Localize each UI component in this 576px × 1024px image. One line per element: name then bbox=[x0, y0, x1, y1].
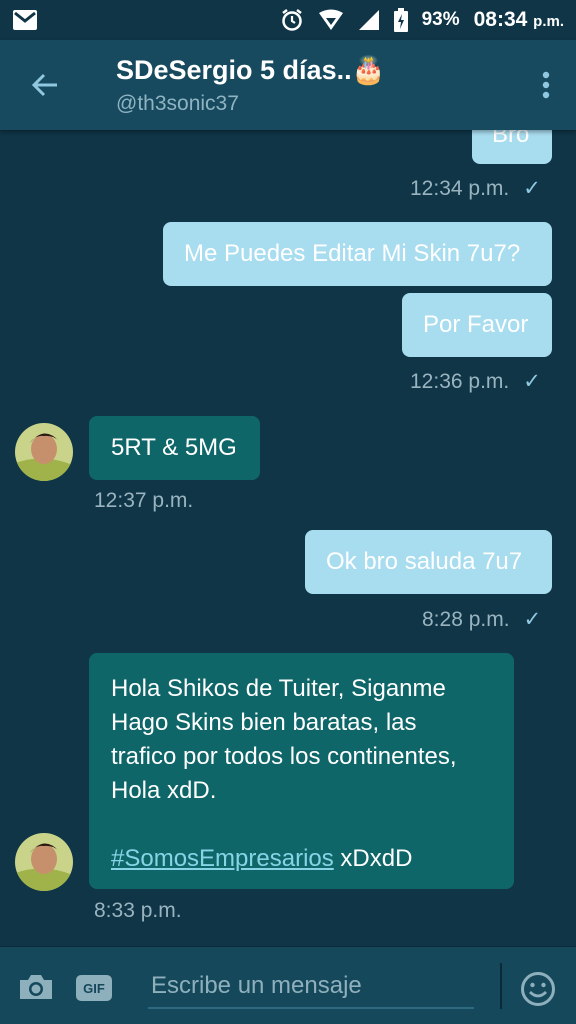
message-line: Hola xdD. bbox=[111, 777, 217, 804]
battery-charging-icon bbox=[393, 8, 408, 32]
sender-avatar[interactable] bbox=[15, 833, 73, 891]
message-line: #SomosEmpresarios xDxdD bbox=[111, 842, 514, 876]
status-bar: 93% 08:34 p.m. bbox=[0, 0, 576, 40]
message-time: 12:34 p.m. bbox=[410, 176, 510, 200]
message-composer: GIF bbox=[0, 946, 576, 1024]
gif-button[interactable]: GIF bbox=[76, 975, 112, 1001]
back-button[interactable] bbox=[0, 40, 90, 130]
message-time: 8:28 p.m. bbox=[422, 607, 510, 631]
camera-icon[interactable] bbox=[18, 973, 54, 1001]
message-text: Por Favor bbox=[423, 311, 529, 338]
message-timestamp: 12:34 p.m. ✓ bbox=[410, 176, 541, 201]
more-vert-icon bbox=[542, 71, 550, 99]
message-input[interactable] bbox=[148, 965, 474, 1009]
message-timestamp: 8:33 p.m. bbox=[94, 899, 182, 923]
conversation-title: SDeSergio 5 días..🎂 bbox=[116, 55, 386, 85]
wifi-icon bbox=[318, 9, 343, 30]
message-time: 12:36 p.m. bbox=[410, 369, 510, 393]
overflow-menu-button[interactable] bbox=[516, 40, 576, 130]
message-timestamp: 12:37 p.m. bbox=[94, 489, 193, 513]
message-time: 12:37 p.m. bbox=[94, 489, 194, 512]
message-bubble-outgoing[interactable]: Ok bro saluda 7u7 bbox=[305, 530, 552, 594]
conversation-header: SDeSergio 5 días..🎂 @th3sonic37 bbox=[0, 40, 576, 130]
message-time: 8:33 p.m. bbox=[94, 899, 182, 922]
message-line: Hago Skins bien baratas, las bbox=[111, 709, 417, 736]
sent-check-icon: ✓ bbox=[523, 370, 541, 393]
message-suffix: xDxdD bbox=[333, 845, 413, 872]
avatar-image bbox=[15, 423, 73, 481]
signal-icon bbox=[358, 10, 379, 30]
battery-percent: 93% bbox=[421, 9, 460, 30]
message-text: Ok bro saluda 7u7 bbox=[326, 548, 523, 575]
message-bubble-outgoing[interactable]: Por Favor bbox=[402, 293, 552, 357]
message-text: 5RT & 5MG bbox=[111, 434, 237, 461]
sent-check-icon: ✓ bbox=[523, 177, 541, 200]
message-text: Me Puedes Editar Mi Skin 7u7? bbox=[184, 240, 521, 267]
alarm-icon bbox=[281, 9, 302, 31]
hashtag-link[interactable]: #SomosEmpresarios bbox=[111, 845, 334, 872]
message-bubble-incoming[interactable]: Hola Shikos de Tuiter, Siganme Hago Skin… bbox=[89, 653, 514, 889]
sender-avatar[interactable] bbox=[15, 423, 73, 481]
message-bubble-outgoing[interactable]: Me Puedes Editar Mi Skin 7u7? bbox=[163, 222, 552, 286]
message-bubble-incoming[interactable]: 5RT & 5MG bbox=[89, 416, 260, 480]
clock: 08:34 p.m. bbox=[474, 8, 564, 32]
clock-time: 08:34 bbox=[473, 8, 528, 31]
avatar-image bbox=[15, 833, 73, 891]
mail-notification-icon bbox=[13, 10, 37, 30]
message-line: Hola Shikos de Tuiter, Siganme bbox=[111, 675, 446, 702]
message-timestamp: 12:36 p.m. ✓ bbox=[410, 369, 541, 394]
sent-check-icon: ✓ bbox=[523, 608, 542, 631]
conversation-handle: @th3sonic37 bbox=[116, 92, 239, 115]
emoji-icon[interactable] bbox=[520, 971, 556, 1007]
clock-ampm: p.m. bbox=[533, 13, 564, 30]
message-timestamp: 8:28 p.m. ✓ bbox=[422, 607, 541, 632]
composer-divider bbox=[500, 963, 502, 1009]
message-line: trafico por todos los continentes, bbox=[111, 743, 457, 770]
arrow-back-icon bbox=[31, 73, 57, 97]
header-titles[interactable]: SDeSergio 5 días..🎂 @th3sonic37 bbox=[90, 54, 516, 116]
